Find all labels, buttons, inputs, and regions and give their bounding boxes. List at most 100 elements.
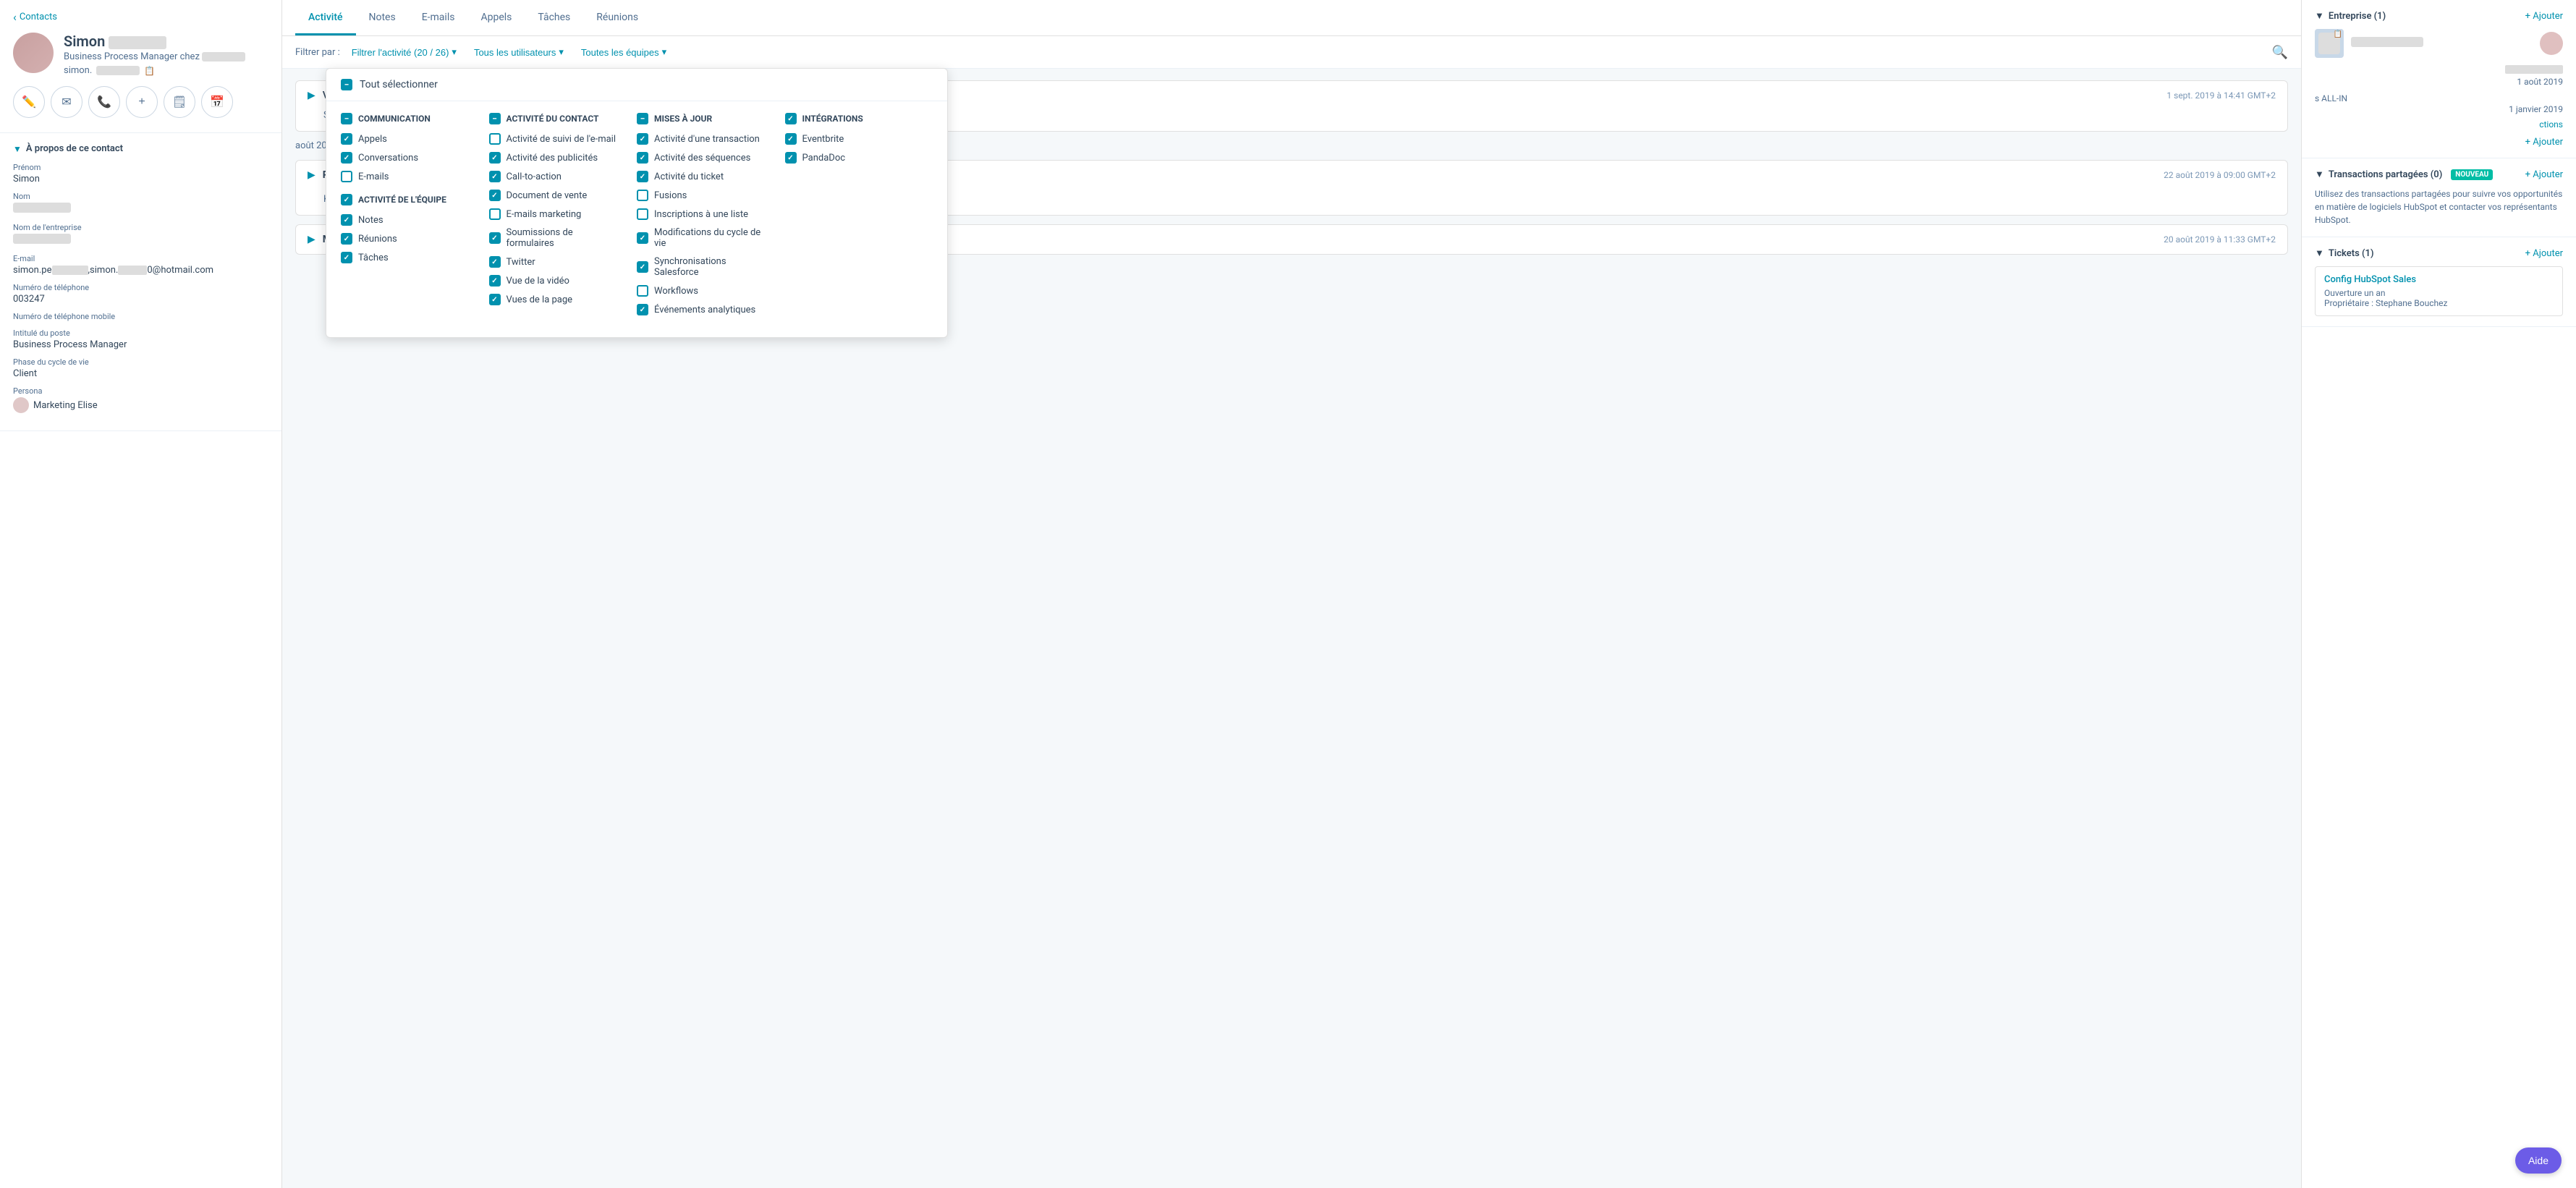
filter-item-notes: Notes — [341, 214, 475, 226]
vues-page-checkbox[interactable] — [489, 294, 501, 305]
communication-header: COMMUNICATION — [341, 113, 475, 124]
field-entreprise: Nom de l'entreprise — [13, 223, 268, 247]
evenements-checkbox[interactable] — [637, 304, 648, 315]
transaction-label: Activité d'une transaction — [654, 134, 760, 145]
company-logo: 📋 — [2315, 29, 2344, 58]
document-vente-checkbox[interactable] — [489, 190, 501, 201]
workflows-label: Workflows — [654, 286, 698, 297]
appels-checkbox[interactable] — [341, 133, 352, 145]
reunion-time: 22 août 2019 à 09:00 GMT+2 — [2164, 170, 2276, 180]
tab-appels[interactable]: Appels — [467, 0, 525, 35]
filter-columns: COMMUNICATION Appels Conversations — [326, 101, 947, 337]
integrations-checkbox[interactable] — [785, 113, 797, 124]
field-label-email: E-mail — [13, 254, 268, 263]
transactions-title-text: Transactions partagées (0) — [2329, 169, 2442, 180]
team-activity-checkbox[interactable] — [341, 194, 352, 205]
email-suivi-checkbox[interactable] — [489, 133, 501, 145]
search-icon[interactable]: 🔍 — [2272, 45, 2288, 60]
conversations-checkbox[interactable] — [341, 152, 352, 164]
phone-button[interactable]: 📞 — [88, 86, 120, 118]
filter-item-conversations: Conversations — [341, 152, 475, 164]
back-link[interactable]: Contacts — [13, 10, 268, 24]
activity-filter-dropdown: Tout sélectionner COMMUNICATION Appels — [326, 68, 948, 338]
emails-checkbox[interactable] — [341, 171, 352, 182]
entreprise-section-header: ▼ Entreprise (1) + Ajouter — [2315, 10, 2563, 22]
copy-email-icon[interactable]: 📋 — [144, 66, 155, 76]
company-logo-right — [2540, 32, 2563, 55]
add-transaction-link[interactable]: + Ajouter — [2525, 169, 2563, 180]
ticket-checkbox[interactable] — [637, 171, 648, 182]
entreprise-section: ▼ Entreprise (1) + Ajouter 📋 — [2302, 0, 2576, 158]
communication-checkbox[interactable] — [341, 113, 352, 124]
taches-checkbox[interactable] — [341, 252, 352, 263]
twitter-label: Twitter — [507, 257, 535, 268]
integrations-title: INTÉGRATIONS — [802, 114, 863, 124]
aide-button[interactable]: Aide — [2515, 1147, 2562, 1174]
workflows-checkbox[interactable] — [637, 285, 648, 297]
filter-item-vues-page: Vues de la page — [489, 294, 623, 305]
select-all-row: Tout sélectionner — [326, 69, 947, 101]
note-button[interactable]: 🗒 — [164, 86, 195, 118]
calendar-button[interactable]: 📅 — [201, 86, 233, 118]
users-filter-button[interactable]: Tous les utilisateurs ▾ — [468, 43, 569, 61]
updates-checkbox[interactable] — [637, 113, 648, 124]
filter-item-fusions: Fusions — [637, 190, 771, 201]
video-checkbox[interactable] — [489, 275, 501, 287]
contact-activity-checkbox[interactable] — [489, 113, 501, 124]
email-button[interactable]: ✉ — [51, 86, 82, 118]
tickets-section-title[interactable]: ▼ Tickets (1) — [2315, 247, 2374, 259]
transactions-description: Utilisez des transactions partagées pour… — [2315, 187, 2563, 226]
company-name — [2351, 37, 2423, 50]
cycle-vie-checkbox[interactable] — [637, 232, 648, 244]
listes-checkbox[interactable] — [637, 208, 648, 220]
sequences-checkbox[interactable] — [637, 152, 648, 164]
sequences-label: Activité des séquences — [654, 153, 750, 164]
tab-reunions[interactable]: Réunions — [583, 0, 651, 35]
integrations-header: INTÉGRATIONS — [785, 113, 919, 124]
add-button[interactable]: + — [126, 86, 158, 118]
publicites-checkbox[interactable] — [489, 152, 501, 164]
salesforce-checkbox[interactable] — [637, 261, 648, 273]
tab-notes[interactable]: Notes — [356, 0, 409, 35]
reunions-label: Réunions — [358, 234, 397, 245]
sidebar-header: Contacts Simon Business Process Manager … — [0, 0, 281, 133]
soumissions-checkbox[interactable] — [489, 232, 501, 244]
pandadoc-checkbox[interactable] — [785, 152, 797, 164]
field-prenom: Prénom Simon — [13, 163, 268, 184]
add-company-link[interactable]: + Ajouter — [2525, 137, 2563, 148]
ticket-name[interactable]: Config HubSpot Sales — [2324, 274, 2554, 285]
notes-checkbox[interactable] — [341, 214, 352, 226]
listes-label: Inscriptions à une liste — [654, 209, 748, 220]
add-entreprise-link[interactable]: + Ajouter — [2525, 11, 2563, 22]
fusions-checkbox[interactable] — [637, 190, 648, 201]
filter-item-ticket: Activité du ticket — [637, 171, 771, 182]
add-ticket-link[interactable]: + Ajouter — [2525, 248, 2563, 259]
field-phone: Numéro de téléphone 003247 — [13, 283, 268, 305]
edit-button[interactable]: ✏️ — [13, 86, 45, 118]
entreprise-section-title[interactable]: ▼ Entreprise (1) — [2315, 10, 2386, 22]
transaction-checkbox[interactable] — [637, 133, 648, 145]
twitter-checkbox[interactable] — [489, 256, 501, 268]
select-all-checkbox[interactable] — [341, 79, 352, 90]
about-section-header[interactable]: ▼ À propos de ce contact — [13, 143, 268, 154]
field-label-cycle: Phase du cycle de vie — [13, 357, 268, 367]
tab-taches[interactable]: Tâches — [525, 0, 583, 35]
contact-title: Business Process Manager chez — [64, 51, 268, 62]
field-mobile: Numéro de téléphone mobile — [13, 312, 268, 321]
cta-checkbox[interactable] — [489, 171, 501, 182]
team-activity-title: ACTIVITÉ DE L'ÉQUIPE — [358, 195, 446, 205]
reunions-checkbox[interactable] — [341, 233, 352, 245]
ticket-card: Config HubSpot Sales Ouverture un an Pro… — [2315, 266, 2563, 316]
field-value-email: simon.pe,simon.0@hotmail.com — [13, 265, 268, 276]
activity-filter-button[interactable]: Filtrer l'activité (20 / 26) ▾ — [346, 43, 462, 61]
filter-item-emails-marketing: E-mails marketing — [489, 208, 623, 220]
chevron-down-icon: ▼ — [2315, 10, 2324, 22]
right-panel: ▼ Entreprise (1) + Ajouter 📋 — [2301, 0, 2576, 1188]
tab-activite[interactable]: Activité — [295, 0, 356, 35]
emails-marketing-checkbox[interactable] — [489, 208, 501, 220]
tabs-bar: Activité Notes E-mails Appels Tâches Réu… — [282, 0, 2301, 36]
teams-filter-button[interactable]: Toutes les équipes ▾ — [575, 43, 672, 61]
tab-emails[interactable]: E-mails — [409, 0, 468, 35]
eventbrite-checkbox[interactable] — [785, 133, 797, 145]
transactions-section-title[interactable]: ▼ Transactions partagées (0) NOUVEAU — [2315, 169, 2493, 180]
